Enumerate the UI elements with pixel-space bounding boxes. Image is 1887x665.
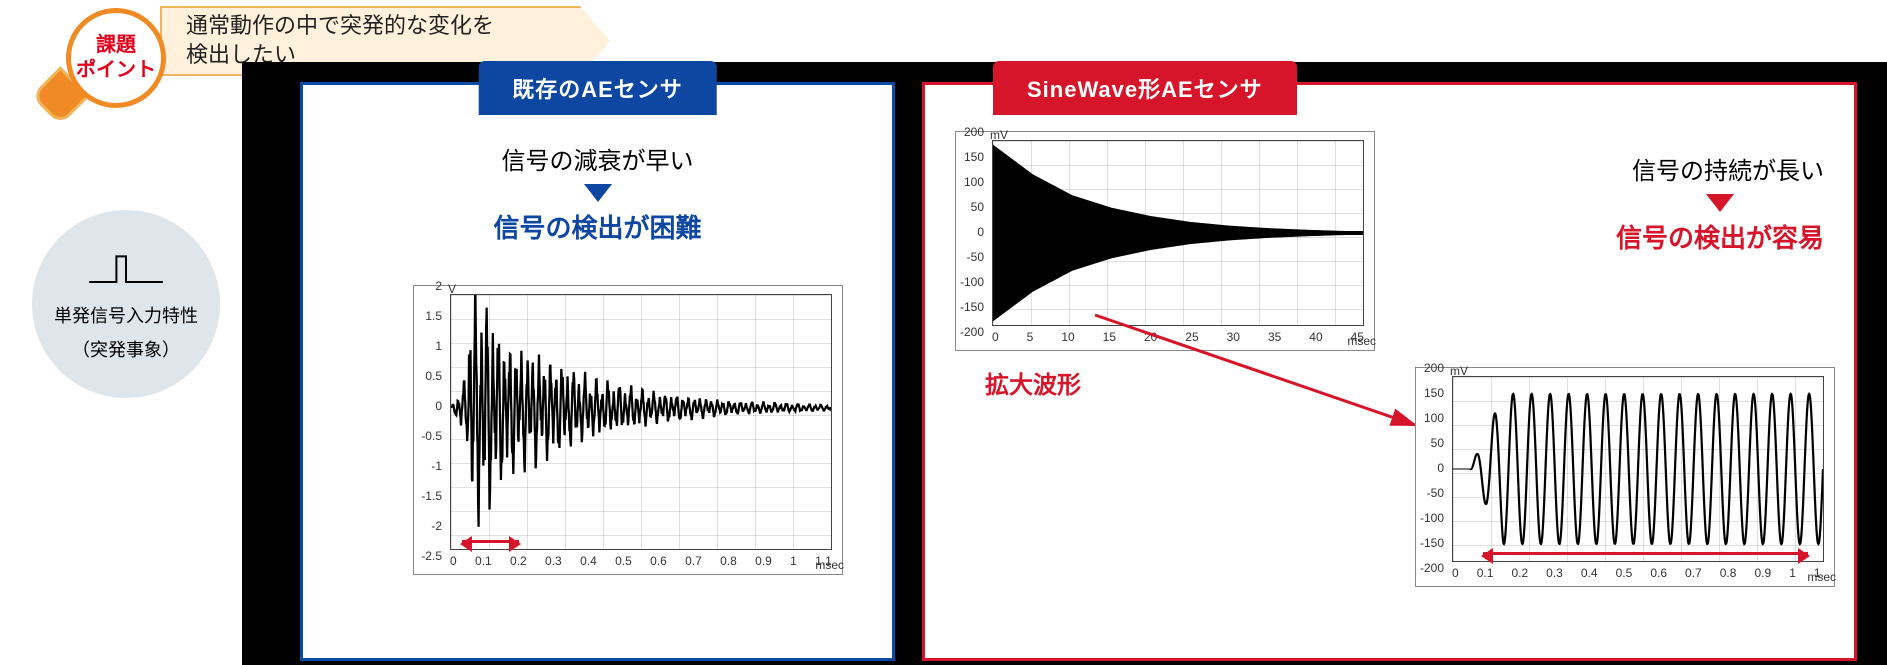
disc-line2: （突発事象） <box>72 336 180 362</box>
pulse-icon <box>86 246 166 294</box>
down-arrow-icon <box>584 184 612 202</box>
badge-line1: 課題 <box>96 33 136 58</box>
chart-left-plot <box>450 294 832 550</box>
badge-line2: ポイント <box>76 58 156 83</box>
panel-right-lead: 信号の持続が長い 信号の検出が容易 <box>1616 151 1824 255</box>
zoom-label: 拡大波形 <box>985 365 1081 400</box>
down-arrow-icon <box>1706 194 1734 212</box>
panel-right-conclusion: 信号の検出が容易 <box>1616 218 1824 255</box>
panel-sinewave-ae: SineWave形AEセンサ 信号の持続が長い 信号の検出が容易 mV msec… <box>922 82 1857 661</box>
waveform-left <box>451 295 831 549</box>
chart-top-y-ticks: 200150100500-50-100-150-200 <box>950 132 988 332</box>
chart-bot-x-ticks: 00.10.20.30.40.50.60.70.80.911. <box>1452 566 1824 584</box>
chart-top-plot <box>992 140 1364 326</box>
highlight-span-left <box>462 540 519 543</box>
panel-sinewave-ae-tab: SineWave形AEセンサ <box>993 61 1297 115</box>
disc-line1: 単発信号入力特性 <box>54 302 198 328</box>
flag-line1: 通常動作の中で突発的な変化を <box>186 12 560 41</box>
diagram-root: 通常動作の中で突発的な変化を 検出したい 課題 ポイント 単発信号入力特性 （突… <box>0 0 1887 665</box>
panel-left-lead: 信号の減衰が早い 信号の検出が困難 <box>303 141 892 245</box>
panel-existing-ae: 既存のAEセンサ 信号の減衰が早い 信号の検出が困難 V msec 21.510… <box>300 82 895 661</box>
input-characteristic-disc: 単発信号入力特性 （突発事象） <box>32 210 220 398</box>
chart-left-y-ticks: 21.510.50-0.5-1-1.5-2-2.5 <box>408 286 446 556</box>
chart-left-x-ticks: 00.10.20.30.40.50.60.70.80.911.1 <box>450 554 832 572</box>
chart-bot-plot <box>1452 376 1824 562</box>
chart-bot-y-ticks: 200150100500-50-100-150-200 <box>1410 368 1448 568</box>
chart-sine-zoom: mV msec 200150100500-50-100-150-200 00.1… <box>1415 367 1835 587</box>
panel-left-conclusion: 信号の検出が困難 <box>303 208 892 245</box>
chart-existing-ae: V msec 21.510.50-0.5-1-1.5-2-2.5 00.10.2… <box>413 285 843 575</box>
highlight-span-right <box>1483 552 1809 555</box>
panel-existing-ae-tab: 既存のAEセンサ <box>478 61 717 115</box>
zoom-arrow-icon <box>1085 305 1425 435</box>
waveform-decay <box>993 141 1363 325</box>
waveform-zoom <box>1453 377 1823 561</box>
magnifier-icon: 課題 ポイント <box>46 0 176 158</box>
